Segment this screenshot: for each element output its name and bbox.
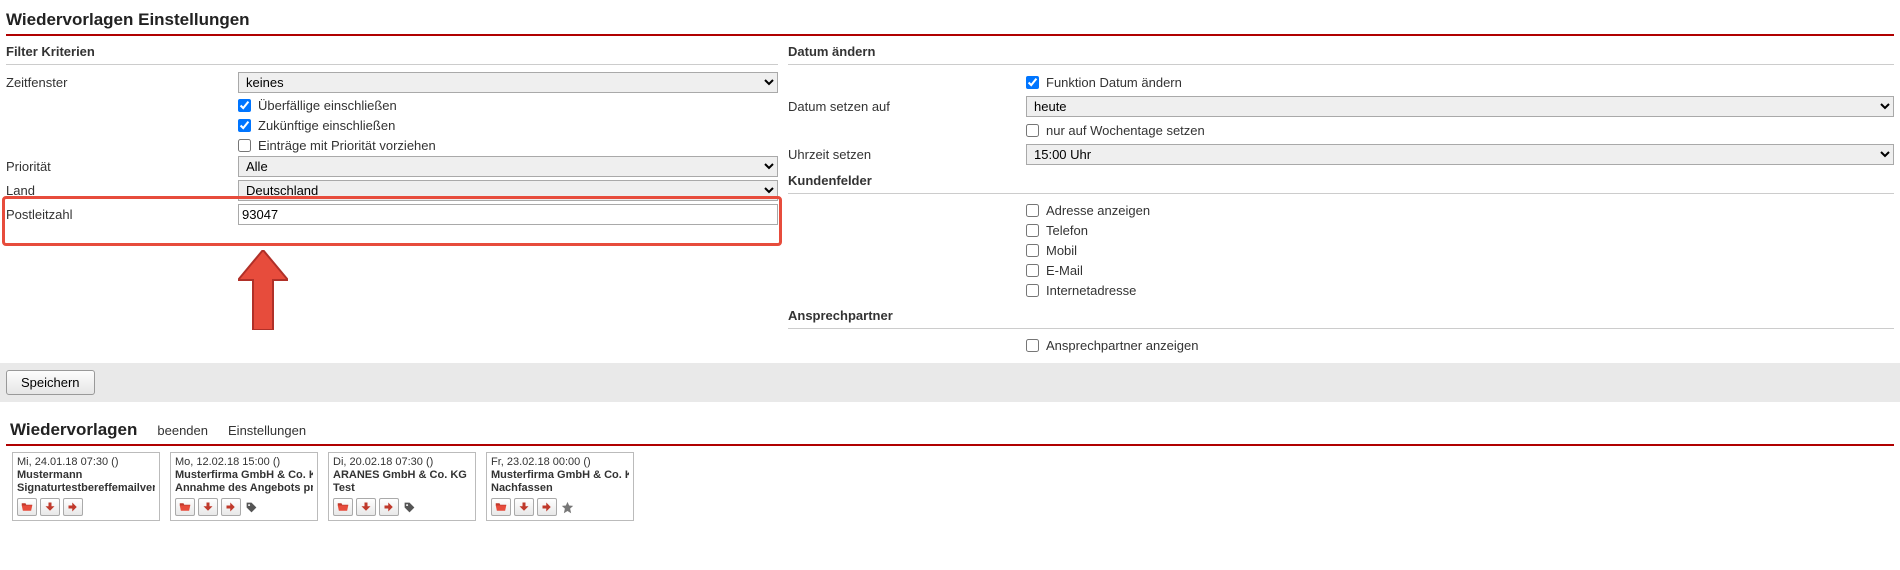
prioritaet-vorziehen-checkbox[interactable] [238, 139, 251, 152]
card-subject: Nachfassen [491, 482, 629, 495]
funktion-datum-checkbox[interactable] [1026, 76, 1039, 89]
telefon-label: Telefon [1046, 223, 1088, 238]
zukuenftige-checkbox[interactable] [238, 119, 251, 132]
wochentage-label: nur auf Wochentage setzen [1046, 123, 1205, 138]
mobil-label: Mobil [1046, 243, 1077, 258]
card-date: Fr, 23.02.18 00:00 () [491, 456, 629, 469]
open-folder-icon[interactable] [17, 498, 37, 516]
tag-icon [244, 500, 258, 514]
kundenfelder-section-title: Kundenfelder [788, 167, 1894, 194]
land-select[interactable]: Deutschland [238, 180, 778, 201]
datum-setzen-label: Datum setzen auf [788, 99, 1026, 114]
datum-section-title: Datum ändern [788, 38, 1894, 65]
email-label: E-Mail [1046, 263, 1083, 278]
wochentage-checkbox[interactable] [1026, 124, 1039, 137]
card-subject: Annahme des Angebots prüfen [175, 482, 313, 495]
card-date: Mi, 24.01.18 07:30 () [17, 456, 155, 469]
ansprechpartner-label: Ansprechpartner anzeigen [1046, 338, 1199, 353]
uhrzeit-select[interactable]: 15:00 Uhr [1026, 144, 1894, 165]
adresse-checkbox[interactable] [1026, 204, 1039, 217]
open-folder-icon[interactable] [491, 498, 511, 516]
card-company: Mustermann [17, 469, 155, 482]
ansprechpartner-checkbox[interactable] [1026, 339, 1039, 352]
card-subject: Test [333, 482, 471, 495]
beenden-link[interactable]: beenden [157, 423, 208, 438]
open-folder-icon[interactable] [333, 498, 353, 516]
arrow-icon [238, 250, 288, 333]
prioritaet-label: Priorität [6, 159, 238, 174]
card-company: Musterfirma GmbH & Co. KG [491, 469, 629, 482]
einstellungen-link[interactable]: Einstellungen [228, 423, 306, 438]
email-checkbox[interactable] [1026, 264, 1039, 277]
save-button[interactable]: Speichern [6, 370, 95, 395]
card-date: Mo, 12.02.18 15:00 () [175, 456, 313, 469]
adresse-label: Adresse anzeigen [1046, 203, 1150, 218]
card-company: Musterfirma GmbH & Co. KG [175, 469, 313, 482]
download-icon[interactable] [40, 498, 60, 516]
download-icon[interactable] [514, 498, 534, 516]
plz-label: Postleitzahl [6, 207, 238, 222]
card-company: ARANES GmbH & Co. KG [333, 469, 471, 482]
zukuenftige-label: Zukünftige einschließen [258, 118, 395, 133]
wiedervorlage-card[interactable]: Mo, 12.02.18 15:00 ()Musterfirma GmbH & … [170, 452, 318, 521]
forward-icon[interactable] [379, 498, 399, 516]
mobil-checkbox[interactable] [1026, 244, 1039, 257]
telefon-checkbox[interactable] [1026, 224, 1039, 237]
card-subject: Signaturtestbereffemailversand [17, 482, 155, 495]
ansprechpartner-section-title: Ansprechpartner [788, 302, 1894, 329]
ueberfaellige-checkbox[interactable] [238, 99, 251, 112]
ueberfaellige-label: Überfällige einschließen [258, 98, 397, 113]
download-icon[interactable] [198, 498, 218, 516]
wiedervorlage-card[interactable]: Mi, 24.01.18 07:30 ()MustermannSignaturt… [12, 452, 160, 521]
tag-icon [402, 500, 416, 514]
star-icon [560, 500, 574, 514]
forward-icon[interactable] [537, 498, 557, 516]
plz-input[interactable] [238, 204, 778, 225]
zeitfenster-select[interactable]: keines [238, 72, 778, 93]
datum-setzen-select[interactable]: heute [1026, 96, 1894, 117]
open-folder-icon[interactable] [175, 498, 195, 516]
download-icon[interactable] [356, 498, 376, 516]
wiedervorlage-card[interactable]: Fr, 23.02.18 00:00 ()Musterfirma GmbH & … [486, 452, 634, 521]
zeitfenster-label: Zeitfenster [6, 75, 238, 90]
internet-checkbox[interactable] [1026, 284, 1039, 297]
land-label: Land [6, 183, 238, 198]
wiedervorlage-card[interactable]: Di, 20.02.18 07:30 ()ARANES GmbH & Co. K… [328, 452, 476, 521]
prioritaet-vorziehen-label: Einträge mit Priorität vorziehen [258, 138, 436, 153]
uhrzeit-label: Uhrzeit setzen [788, 147, 1026, 162]
prioritaet-select[interactable]: Alle [238, 156, 778, 177]
filter-section-title: Filter Kriterien [6, 38, 778, 65]
forward-icon[interactable] [221, 498, 241, 516]
wiedervorlagen-title: Wiedervorlagen [10, 420, 137, 440]
forward-icon[interactable] [63, 498, 83, 516]
card-date: Di, 20.02.18 07:30 () [333, 456, 471, 469]
internet-label: Internetadresse [1046, 283, 1136, 298]
funktion-datum-label: Funktion Datum ändern [1046, 75, 1182, 90]
page-title: Wiedervorlagen Einstellungen [6, 10, 1894, 30]
